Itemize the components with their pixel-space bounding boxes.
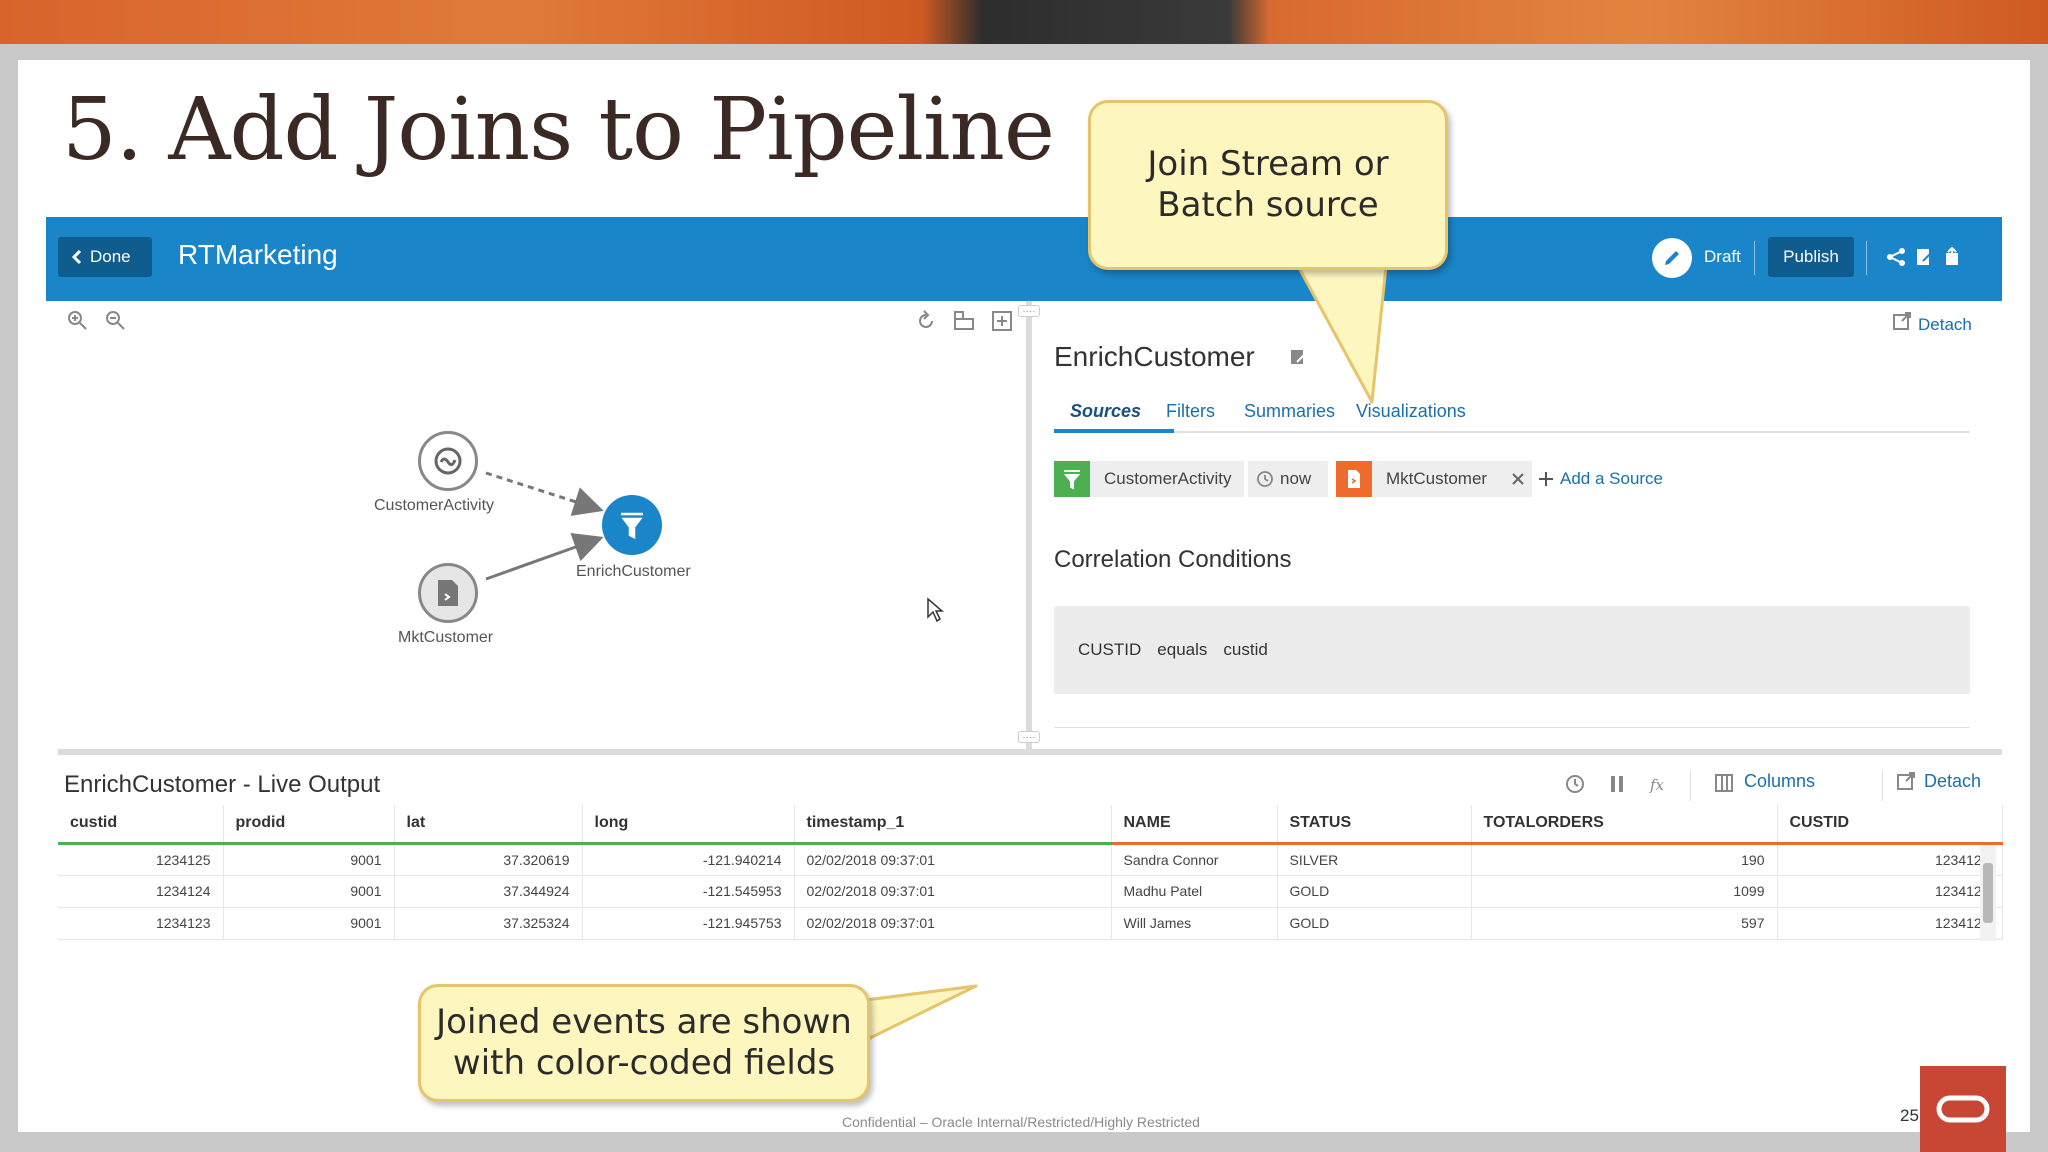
slide-stage: 5. Add Joins to Pipeline Done RTMarketin… [0, 0, 2048, 1152]
oracle-logo-icon [1936, 1095, 1990, 1123]
callout-pointer-bottom [864, 984, 978, 1042]
callout-pointer-top [1296, 264, 1388, 404]
callout-line: Joined events are shown [436, 1002, 852, 1043]
callout-line: with color-coded fields [452, 1043, 836, 1083]
callout-join-source: Join Stream or Batch source [1088, 100, 1448, 270]
callout-line: Batch source [1157, 185, 1379, 225]
oracle-logo [1920, 1066, 2006, 1152]
callout-line: Join Stream or [1147, 144, 1389, 185]
confidential-footer: Confidential – Oracle Internal/Restricte… [842, 1114, 1200, 1130]
callout-joined-events: Joined events are shown with color-coded… [418, 984, 870, 1102]
page-number: 25 [1900, 1106, 1919, 1125]
callout-pointers [864, 264, 1388, 1042]
